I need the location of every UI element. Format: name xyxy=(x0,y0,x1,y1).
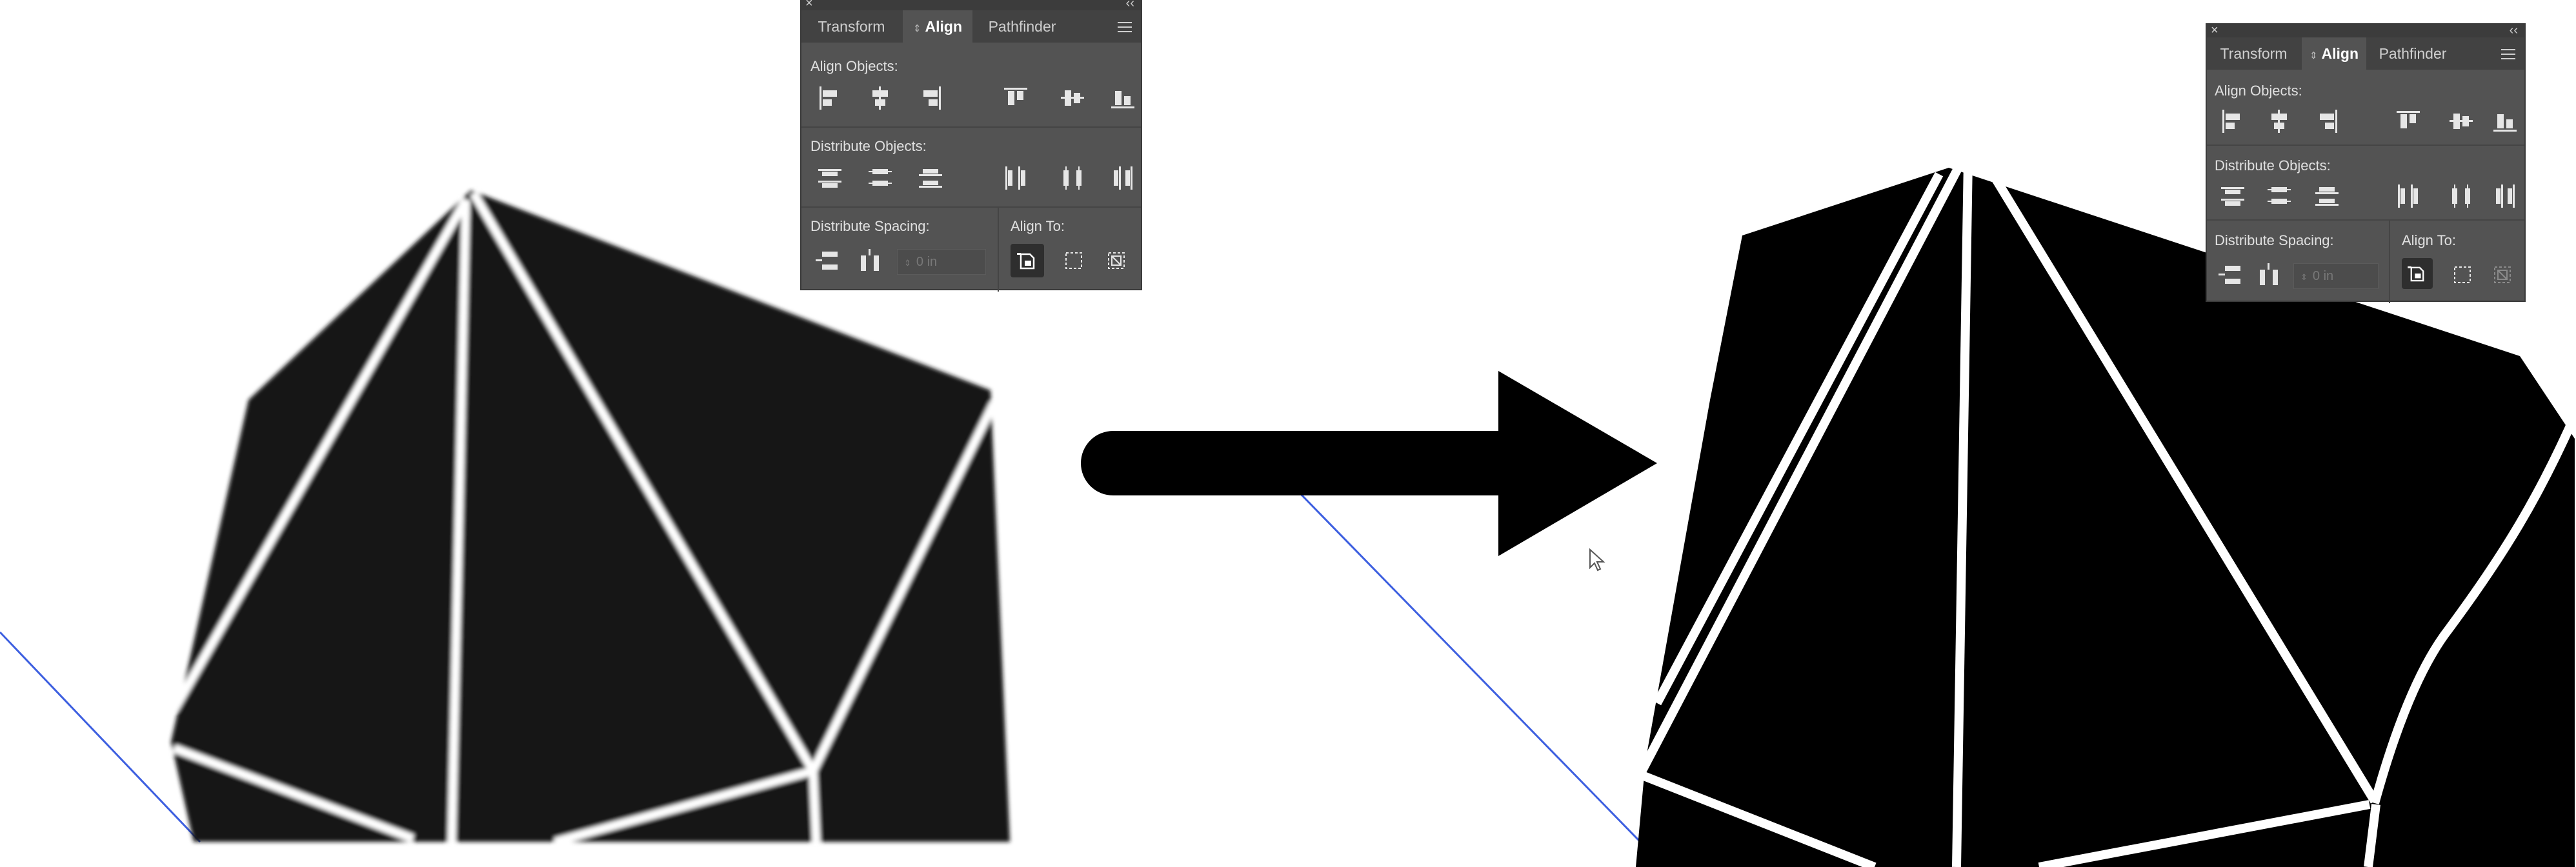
spacing-value: 0 in xyxy=(2312,269,2334,283)
align-to-selection-icon[interactable] xyxy=(1060,246,1088,275)
align-to-label: Align To: xyxy=(2402,232,2456,248)
vertical-distribute-bottom-icon[interactable] xyxy=(916,164,945,192)
vertical-distribute-space-icon[interactable] xyxy=(813,246,841,275)
close-icon[interactable]: × xyxy=(2211,23,2219,37)
column-divider xyxy=(2389,221,2390,303)
tab-align[interactable]: ⇕ Align xyxy=(2302,37,2366,70)
guide-line-right xyxy=(1296,489,1666,867)
align-to-artboard-button[interactable] xyxy=(1011,244,1044,277)
horizontal-distribute-right-icon[interactable] xyxy=(1109,164,1137,192)
tab-transform[interactable]: Transform xyxy=(801,10,901,43)
tab-pathfinder-label: Pathfinder xyxy=(2379,45,2447,62)
tab-align-label: Align xyxy=(925,18,963,35)
section-divider xyxy=(801,206,1141,208)
section-divider xyxy=(801,126,1141,128)
horizontal-distribute-left-icon[interactable] xyxy=(2394,182,2422,210)
panel-menu-icon[interactable] xyxy=(1118,22,1132,35)
distribute-objects-label: Distribute Objects: xyxy=(2215,157,2331,174)
horizontal-distribute-left-icon[interactable] xyxy=(1001,164,1030,192)
horizontal-distribute-space-icon[interactable] xyxy=(2255,261,2283,289)
panel-tabbar: Transform ⇕ Align Pathfinder xyxy=(801,10,1141,43)
column-divider xyxy=(998,208,999,292)
spacing-value-field[interactable]: ⇕ 0 in xyxy=(897,249,986,275)
spacing-value: 0 in xyxy=(916,255,938,269)
tab-pathfinder[interactable]: Pathfinder xyxy=(974,10,1071,43)
horizontal-align-center-icon[interactable] xyxy=(2265,107,2293,135)
tab-align-label: Align xyxy=(2321,45,2359,62)
tab-transform-label: Transform xyxy=(2220,45,2288,62)
align-to-label: Align To: xyxy=(1011,218,1065,234)
panel-menu-icon[interactable] xyxy=(2501,49,2515,63)
align-objects-label: Align Objects: xyxy=(2215,83,2302,99)
section-divider xyxy=(2207,219,2524,221)
horizontal-align-left-icon[interactable] xyxy=(816,84,844,112)
stepper-arrows-icon[interactable]: ⇕ xyxy=(2300,272,2308,282)
right-arrow-icon xyxy=(1081,371,1657,556)
vertical-distribute-bottom-icon[interactable] xyxy=(2313,182,2341,210)
align-to-key-object-icon[interactable] xyxy=(1102,246,1131,275)
align-to-key-object-icon[interactable] xyxy=(2488,261,2517,289)
panel-titlebar[interactable] xyxy=(801,0,1141,10)
section-divider xyxy=(2207,144,2524,146)
horizontal-align-left-icon[interactable] xyxy=(2219,107,2247,135)
mouse-pointer-icon xyxy=(1589,548,1605,572)
vertical-align-top-icon[interactable] xyxy=(2394,107,2422,135)
vertical-distribute-top-icon[interactable] xyxy=(2219,182,2247,210)
align-panel-left[interactable]: × ‹‹ Transform ⇕ Align Pathfinder Align O… xyxy=(800,0,1142,292)
distribute-spacing-label: Distribute Spacing: xyxy=(2215,232,2334,248)
stepper-arrows-icon[interactable]: ⇕ xyxy=(904,258,911,268)
sort-arrows-icon: ⇕ xyxy=(912,23,921,34)
horizontal-distribute-center-icon[interactable] xyxy=(1058,164,1087,192)
tab-pathfinder[interactable]: Pathfinder xyxy=(2368,37,2458,70)
artboard-icon xyxy=(1017,253,1035,270)
panel-tabbar: Transform ⇕ Align Pathfinder xyxy=(2207,37,2524,70)
align-to-artboard-button[interactable] xyxy=(2402,258,2433,289)
align-to-selection-icon[interactable] xyxy=(2448,261,2477,289)
double-chevron-icon[interactable]: ‹‹ xyxy=(2510,23,2518,37)
tab-transform-label: Transform xyxy=(818,18,885,35)
align-objects-label: Align Objects: xyxy=(810,58,898,74)
illustrator-canvas[interactable]: × ‹‹ Transform ⇕ Align Pathfinder Align O… xyxy=(0,0,2576,867)
horizontal-distribute-center-icon[interactable] xyxy=(2447,182,2475,210)
vertical-distribute-space-icon[interactable] xyxy=(2216,261,2244,289)
align-panel-right[interactable]: × ‹‹ Transform ⇕ Align Pathfinder Align O… xyxy=(2206,23,2526,303)
vertical-align-center-icon[interactable] xyxy=(2447,107,2475,135)
vertical-align-center-icon[interactable] xyxy=(1058,84,1087,112)
horizontal-distribute-space-icon[interactable] xyxy=(856,246,884,275)
artboard-artwork[interactable] xyxy=(0,0,2576,867)
vertical-align-bottom-icon[interactable] xyxy=(2491,107,2519,135)
sort-arrows-icon: ⇕ xyxy=(2309,50,2318,61)
tab-align[interactable]: ⇕ Align xyxy=(903,10,972,43)
vertical-distribute-top-icon[interactable] xyxy=(816,164,844,192)
double-chevron-icon[interactable]: ‹‹ xyxy=(1126,0,1134,10)
distribute-spacing-label: Distribute Spacing: xyxy=(810,218,930,234)
tab-pathfinder-label: Pathfinder xyxy=(988,18,1056,35)
vertical-distribute-center-icon[interactable] xyxy=(866,164,894,192)
horizontal-align-right-icon[interactable] xyxy=(916,84,945,112)
horizontal-align-right-icon[interactable] xyxy=(2313,107,2341,135)
close-icon[interactable]: × xyxy=(805,0,813,10)
distribute-objects-label: Distribute Objects: xyxy=(810,138,927,154)
horizontal-align-center-icon[interactable] xyxy=(866,84,894,112)
horizontal-distribute-right-icon[interactable] xyxy=(2491,182,2519,210)
vertical-align-bottom-icon[interactable] xyxy=(1109,84,1137,112)
guide-line-left xyxy=(0,631,201,843)
spacing-value-field[interactable]: ⇕ 0 in xyxy=(2293,263,2379,289)
artboard-icon xyxy=(2408,266,2424,282)
vertical-distribute-center-icon[interactable] xyxy=(2265,182,2293,210)
tab-transform[interactable]: Transform xyxy=(2207,37,2300,70)
vertical-align-top-icon[interactable] xyxy=(1001,84,1030,112)
panel-titlebar[interactable] xyxy=(2207,25,2524,37)
